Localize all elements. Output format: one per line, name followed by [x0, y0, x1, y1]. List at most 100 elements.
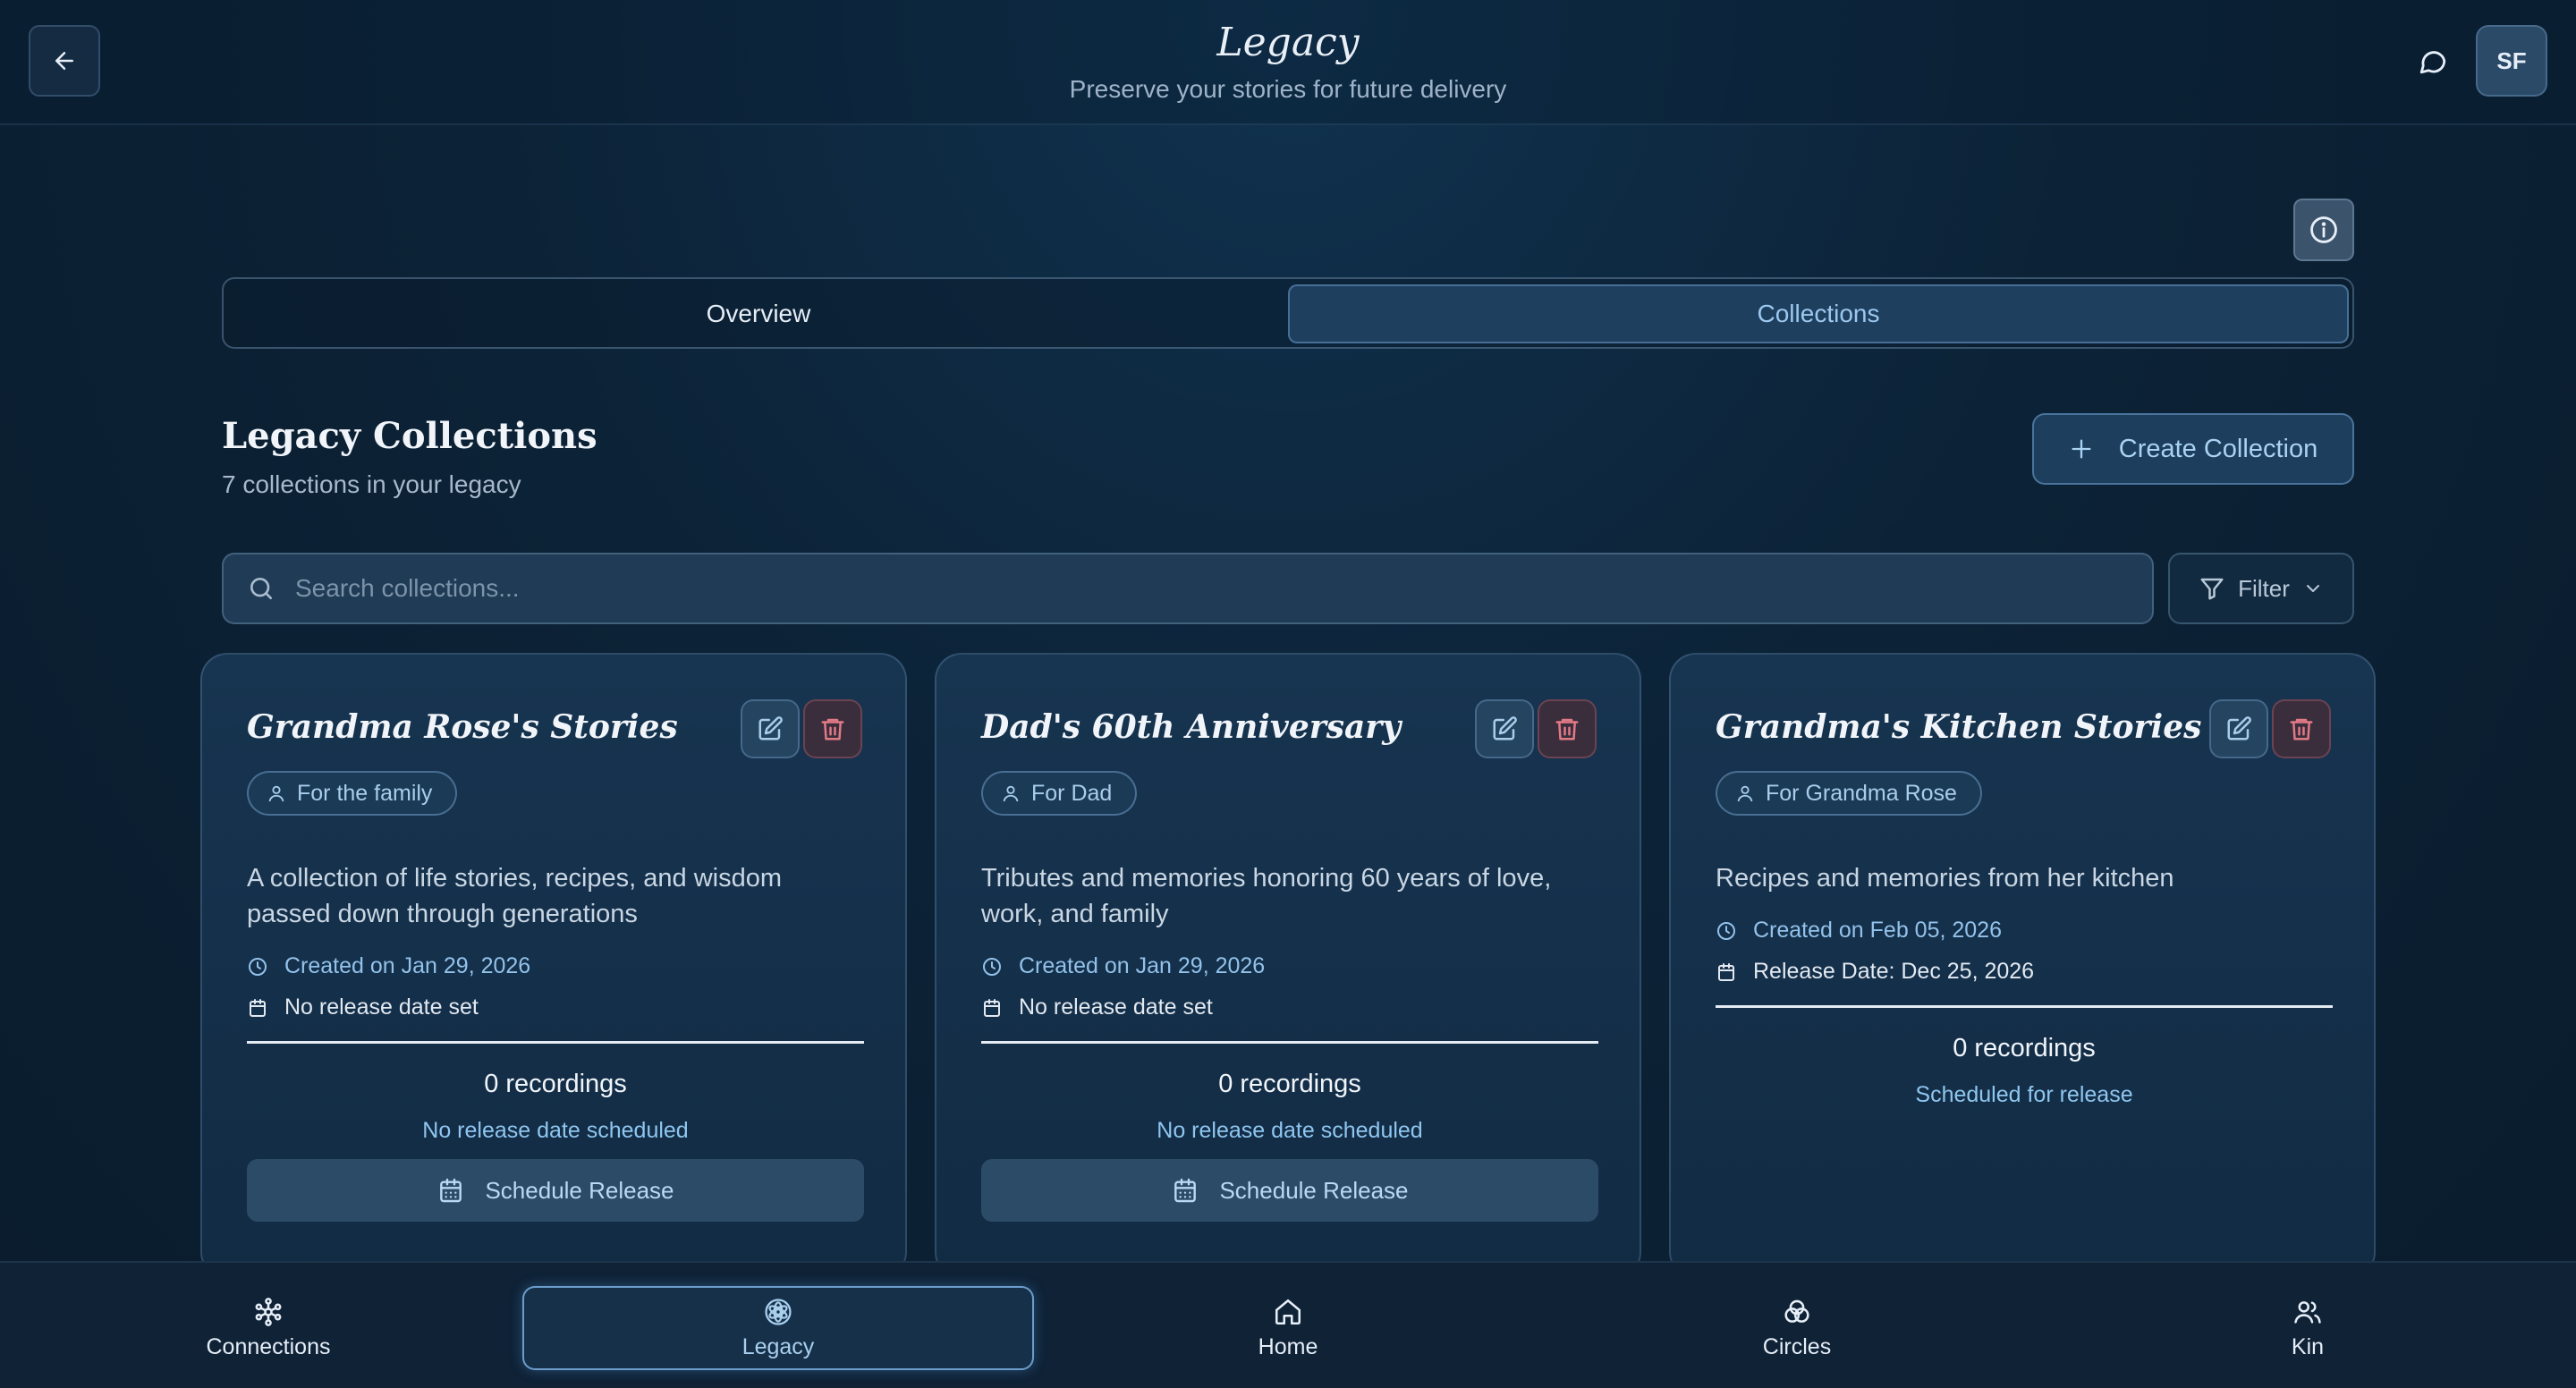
delete-button[interactable] [2272, 699, 2331, 758]
search-input[interactable] [295, 574, 2152, 603]
bottom-nav: Connections Legacy Home Circles Kin [0, 1261, 2576, 1388]
release-date: Release Date: Dec 25, 2026 [1716, 959, 2034, 985]
info-icon [2310, 216, 2337, 243]
tab-collections[interactable]: Collections [1288, 284, 2349, 343]
plus-icon [2072, 439, 2091, 459]
card-description: Tributes and memories honoring 60 years … [981, 864, 1552, 928]
avatar[interactable]: SF [2476, 25, 2547, 97]
release-status: No release date scheduled [1157, 1118, 1423, 1143]
card-divider [981, 1041, 1598, 1044]
nav-label: Home [1258, 1333, 1318, 1359]
recording-count: 0 recordings [1953, 1034, 2096, 1062]
card-title: Dad's 60th Anniversary [981, 708, 1402, 746]
info-button[interactable] [2293, 199, 2354, 261]
search-icon [245, 572, 277, 605]
clock-icon [249, 957, 267, 976]
filter-button[interactable]: Filter [2168, 553, 2354, 624]
kin-icon [2294, 1300, 2321, 1324]
legacy-icon [765, 1298, 792, 1325]
nav-kin[interactable]: Kin [2218, 1286, 2397, 1370]
card-title: Grandma's Kitchen Stories [1716, 708, 2202, 746]
delete-button[interactable] [1538, 699, 1597, 758]
edit-icon [2227, 716, 2251, 741]
delete-button[interactable] [803, 699, 862, 758]
chevron-down-icon [2306, 585, 2319, 592]
nav-legacy[interactable]: Legacy [522, 1286, 1034, 1370]
recipient-badge: For the family [247, 771, 458, 816]
schedule-release-button[interactable]: Schedule Release [247, 1159, 864, 1222]
release-date-text: No release date set [284, 994, 479, 1020]
nav-connections[interactable]: Connections [179, 1286, 358, 1370]
user-icon [1003, 785, 1019, 802]
nav-home[interactable]: Home [1199, 1286, 1377, 1370]
tab-overview[interactable]: Overview [229, 284, 1288, 343]
edit-button[interactable] [2209, 699, 2268, 758]
created-date: Created on Feb 05, 2026 [1716, 918, 2002, 944]
nav-circles[interactable]: Circles [1707, 1286, 1886, 1370]
create-collection-label: Create Collection [2118, 434, 2318, 463]
circles-icon [1784, 1299, 1809, 1323]
created-date-text: Created on Jan 29, 2026 [1019, 953, 1266, 978]
release-status: Scheduled for release [1915, 1082, 2133, 1107]
nav-label: Circles [1762, 1333, 1832, 1359]
page-title: Legacy [1216, 20, 1360, 65]
section-title: Legacy Collections [222, 415, 597, 457]
created-date-text: Created on Feb 05, 2026 [1753, 918, 2002, 943]
recipient-label: For Grandma Rose [1766, 780, 1957, 806]
calendar-icon [1718, 962, 1734, 981]
edit-button[interactable] [741, 699, 800, 758]
card-description: Recipes and memories from her kitchen [1716, 864, 2174, 893]
clock-icon [983, 957, 1001, 976]
page-subtitle: Preserve your stories for future deliver… [1069, 75, 1507, 103]
card-divider [1716, 1005, 2333, 1008]
nav-label: Connections [206, 1333, 331, 1359]
edit-button[interactable] [1475, 699, 1534, 758]
clock-icon [1717, 921, 1735, 940]
filter-icon [2200, 578, 2224, 600]
calendar-icon [984, 998, 1000, 1017]
collection-card[interactable]: Grandma's Kitchen Stories For Grandma Ro… [1669, 653, 2376, 1279]
recording-count: 0 recordings [484, 1070, 627, 1098]
home-icon [1275, 1299, 1301, 1325]
card-description: A collection of life stories, recipes, a… [247, 864, 782, 928]
chat-bubble-icon [2419, 51, 2446, 74]
schedule-release-label: Schedule Release [1219, 1176, 1409, 1204]
view-tabs: Overview Collections [222, 277, 2354, 349]
search-bar [222, 553, 2154, 624]
created-date: Created on Jan 29, 2026 [247, 953, 530, 979]
schedule-release-button[interactable]: Schedule Release [981, 1159, 1598, 1222]
nav-label: Legacy [741, 1333, 815, 1359]
nav-label: Kin [2291, 1333, 2325, 1359]
recipient-label: For the family [297, 780, 433, 806]
trash-icon [2290, 718, 2313, 741]
recipient-badge: For Dad [981, 771, 1138, 816]
calendar-icon [440, 1178, 462, 1203]
created-date: Created on Jan 29, 2026 [981, 953, 1265, 979]
calendar-icon [1174, 1178, 1197, 1203]
user-icon [1737, 785, 1753, 802]
collection-card[interactable]: Grandma Rose's Stories For the family A … [200, 653, 907, 1279]
calendar-icon [250, 998, 266, 1017]
filter-label: Filter [2238, 574, 2290, 602]
release-date: No release date set [981, 994, 1213, 1020]
collection-count: 7 collections in your legacy [222, 470, 521, 498]
messages-button[interactable] [2411, 39, 2454, 82]
edit-icon [758, 716, 783, 741]
collection-card[interactable]: Dad's 60th Anniversary For Dad Tributes … [935, 653, 1641, 1279]
card-divider [247, 1041, 864, 1044]
app-header: Legacy Preserve your stories for future … [0, 0, 2576, 125]
recording-count: 0 recordings [1218, 1070, 1361, 1098]
trash-icon [821, 718, 844, 741]
card-title: Grandma Rose's Stories [247, 708, 678, 746]
release-status: No release date scheduled [422, 1118, 689, 1143]
user-icon [268, 785, 284, 802]
edit-icon [1493, 716, 1517, 741]
create-collection-button[interactable]: Create Collection [2032, 413, 2354, 485]
created-date-text: Created on Jan 29, 2026 [284, 953, 531, 978]
release-date: No release date set [247, 994, 479, 1020]
connections-icon [255, 1297, 282, 1326]
legacy-page: Legacy Preserve your stories for future … [0, 0, 2576, 1388]
recipient-badge: For Grandma Rose [1716, 771, 1982, 816]
release-date-text: No release date set [1019, 994, 1213, 1020]
release-date-text: Release Date: Dec 25, 2026 [1753, 959, 2035, 984]
